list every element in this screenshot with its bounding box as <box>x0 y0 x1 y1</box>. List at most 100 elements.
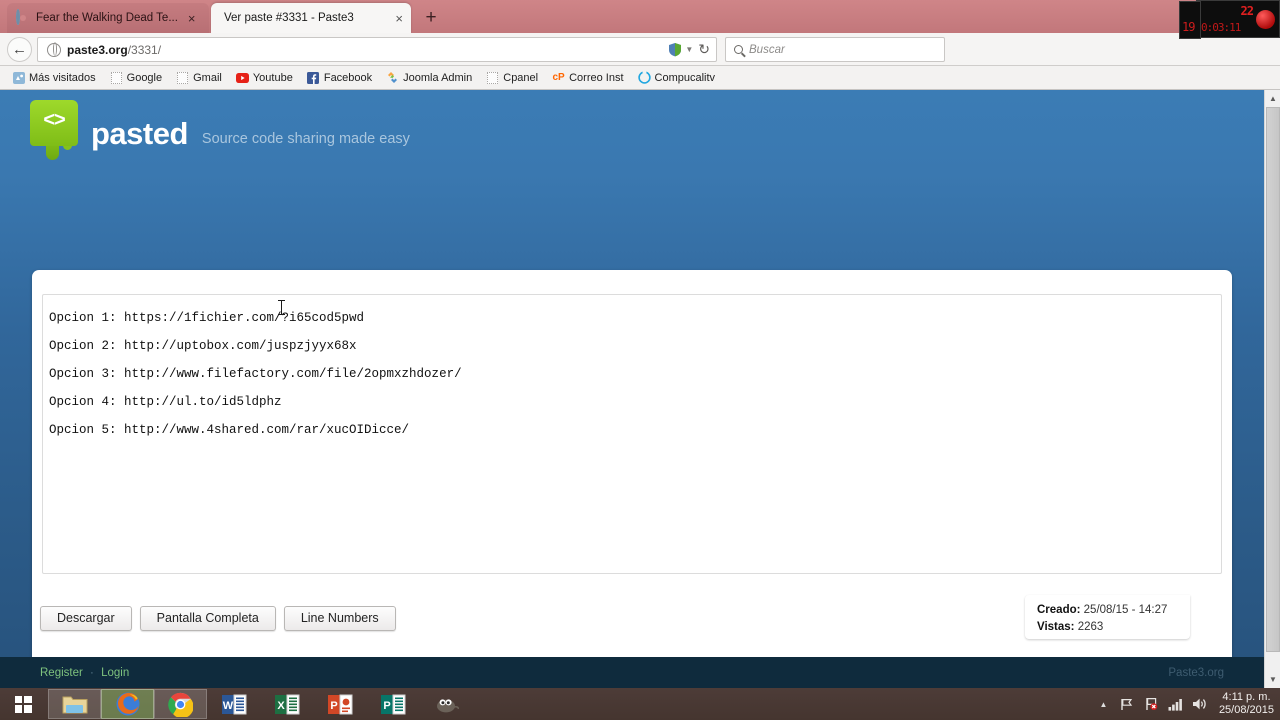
login-link[interactable]: Login <box>101 667 129 679</box>
bookmark-label: Facebook <box>323 71 373 84</box>
screen-recorder-overlay: 19 22 0:03:11 <box>1179 0 1280 39</box>
facebook-icon <box>307 71 320 84</box>
recorder-elapsed-time: 0:03:11 <box>1201 21 1241 34</box>
start-button[interactable] <box>6 690 40 718</box>
chevron-down-icon[interactable]: ▼ <box>685 45 693 54</box>
system-tray: ▲ 4:11 p. m. 25/08/2015 <box>1096 688 1274 720</box>
bookmark-compucalitv[interactable]: Compucalitv <box>631 68 723 88</box>
blank-favicon <box>176 71 189 84</box>
publisher-icon[interactable]: P <box>366 689 419 719</box>
code-line: Opcion 5: http://www.4shared.com/rar/xuc… <box>49 423 410 437</box>
code-line: Opcion 1: https://1fichier.com/?i65cod5p… <box>49 311 365 325</box>
url-path: /3331/ <box>127 42 162 57</box>
svg-text:X: X <box>277 700 285 712</box>
footer-copyright: Paste3.org <box>1168 666 1224 679</box>
text-cursor <box>278 300 285 315</box>
site-header: <> pasted Source code sharing made easy <box>30 100 410 160</box>
browser-window: Fear the Walking Dead Te... × Ver paste … <box>0 0 1280 688</box>
bookmarks-toolbar: Más visitados Google Gmail Youtube Faceb… <box>0 66 1280 90</box>
site-brand: pasted <box>91 116 188 151</box>
scroll-down-arrow-icon[interactable]: ▼ <box>1265 671 1280 688</box>
shield-icon[interactable] <box>668 42 682 57</box>
svg-text:P: P <box>330 700 337 712</box>
created-row: Creado: 25/08/15 - 14:27 <box>1037 602 1190 619</box>
bookmark-label: Google <box>126 71 163 84</box>
paste-info-box: Creado: 25/08/15 - 14:27 Vistas: 2263 <box>1025 595 1190 639</box>
bookmark-label: Correo Inst <box>569 71 624 84</box>
firefox-icon[interactable] <box>101 689 154 719</box>
svg-text:W: W <box>222 700 233 712</box>
show-hidden-icons-caret[interactable]: ▲ <box>1096 697 1111 712</box>
scroll-up-arrow-icon[interactable]: ▲ <box>1265 90 1280 107</box>
blank-favicon <box>486 71 499 84</box>
bookmark-label: Más visitados <box>29 71 96 84</box>
fullscreen-button[interactable]: Pantalla Completa <box>139 606 276 631</box>
file-explorer-icon[interactable] <box>48 689 101 719</box>
tab-ver-paste-3331[interactable]: Ver paste #3331 - Paste3 × <box>211 3 411 33</box>
code-line: Opcion 4: http://ul.to/id5ldphz <box>49 395 282 409</box>
volume-icon[interactable] <box>1192 697 1207 712</box>
recorder-side-counter: 19 <box>1179 1 1201 39</box>
close-icon[interactable]: × <box>395 12 403 25</box>
chrome-icon[interactable] <box>154 689 207 719</box>
bookmark-correo-inst[interactable]: cP Correo Inst <box>545 68 630 88</box>
register-link[interactable]: Register <box>40 667 83 679</box>
signal-bars-icon[interactable] <box>1168 697 1183 712</box>
site-footer: Register · Login Paste3.org <box>0 657 1264 688</box>
svg-text:P: P <box>383 700 390 712</box>
scrollbar-thumb[interactable] <box>1266 107 1280 652</box>
bookmark-label: Cpanel <box>503 71 539 84</box>
url-text: paste3.org/3331/ <box>67 43 161 57</box>
views-row: Vistas: 2263 <box>1037 619 1190 636</box>
excel-icon[interactable]: X <box>260 689 313 719</box>
record-button[interactable] <box>1256 10 1275 29</box>
most-visited-icon <box>12 71 25 84</box>
search-input[interactable]: Buscar <box>725 37 945 62</box>
tab-title: Fear the Walking Dead Te... <box>36 12 178 24</box>
taskbar-clock[interactable]: 4:11 p. m. 25/08/2015 <box>1219 691 1274 717</box>
tab-strip: Fear the Walking Dead Te... × Ver paste … <box>0 0 1280 33</box>
created-value: 25/08/15 - 14:27 <box>1083 604 1168 616</box>
reload-icon[interactable]: ↻ <box>698 41 710 58</box>
powerpoint-icon[interactable]: P <box>313 689 366 719</box>
code-line: Opcion 3: http://www.filefactory.com/fil… <box>49 367 462 381</box>
bookmark-facebook[interactable]: Facebook <box>300 68 379 88</box>
paste-action-buttons: Descargar Pantalla Completa Line Numbers <box>40 606 396 631</box>
address-bar[interactable]: paste3.org/3331/ ▼ ↻ <box>37 37 717 62</box>
paste-code-textarea[interactable]: Opcion 1: https://1fichier.com/?i65cod5p… <box>42 294 1222 574</box>
bookmark-label: Youtube <box>252 71 293 84</box>
close-icon[interactable]: × <box>188 12 196 25</box>
views-value: 2263 <box>1077 621 1104 633</box>
action-center-icon[interactable] <box>1144 697 1159 712</box>
bookmark-google[interactable]: Google <box>103 68 169 88</box>
paste3-page: <> pasted Source code sharing made easy … <box>0 90 1264 688</box>
download-button[interactable]: Descargar <box>40 606 132 631</box>
bookmark-label: Gmail <box>193 71 222 84</box>
gimp-icon[interactable] <box>419 689 472 719</box>
footer-links: Register · Login <box>40 667 129 679</box>
youtube-icon <box>235 71 249 84</box>
windows-logo-icon <box>14 695 32 713</box>
line-numbers-button[interactable]: Line Numbers <box>283 606 396 631</box>
page-viewport: <> pasted Source code sharing made easy … <box>0 90 1280 688</box>
bookmark-gmail[interactable]: Gmail <box>169 68 229 88</box>
navigation-toolbar: ← paste3.org/3331/ ▼ ↻ Buscar ☆ <box>0 33 1280 91</box>
views-label: Vistas: <box>1037 621 1075 633</box>
bookmark-mas-visitados[interactable]: Más visitados <box>5 68 103 88</box>
search-placeholder: Buscar <box>749 43 785 56</box>
footer-separator: · <box>90 666 94 679</box>
network-flag-icon[interactable] <box>1120 697 1135 712</box>
bookmark-joomla-admin[interactable]: Joomla Admin <box>379 68 479 88</box>
back-button[interactable]: ← <box>7 37 32 62</box>
compucalitv-icon <box>637 71 651 84</box>
new-tab-button[interactable]: + <box>419 6 443 30</box>
logo-code-glyph: <> <box>43 109 65 131</box>
bookmark-youtube[interactable]: Youtube <box>229 68 300 88</box>
bookmark-cpanel[interactable]: Cpanel <box>479 68 545 88</box>
word-icon[interactable]: W <box>207 689 260 719</box>
tab-fear-the-walking-dead[interactable]: Fear the Walking Dead Te... × <box>7 3 209 33</box>
joomla-icon <box>386 71 399 84</box>
site-tagline: Source code sharing made easy <box>201 130 410 147</box>
page-scrollbar[interactable]: ▲ ▼ <box>1264 90 1280 688</box>
pasted-logo-icon[interactable]: <> <box>30 100 78 160</box>
